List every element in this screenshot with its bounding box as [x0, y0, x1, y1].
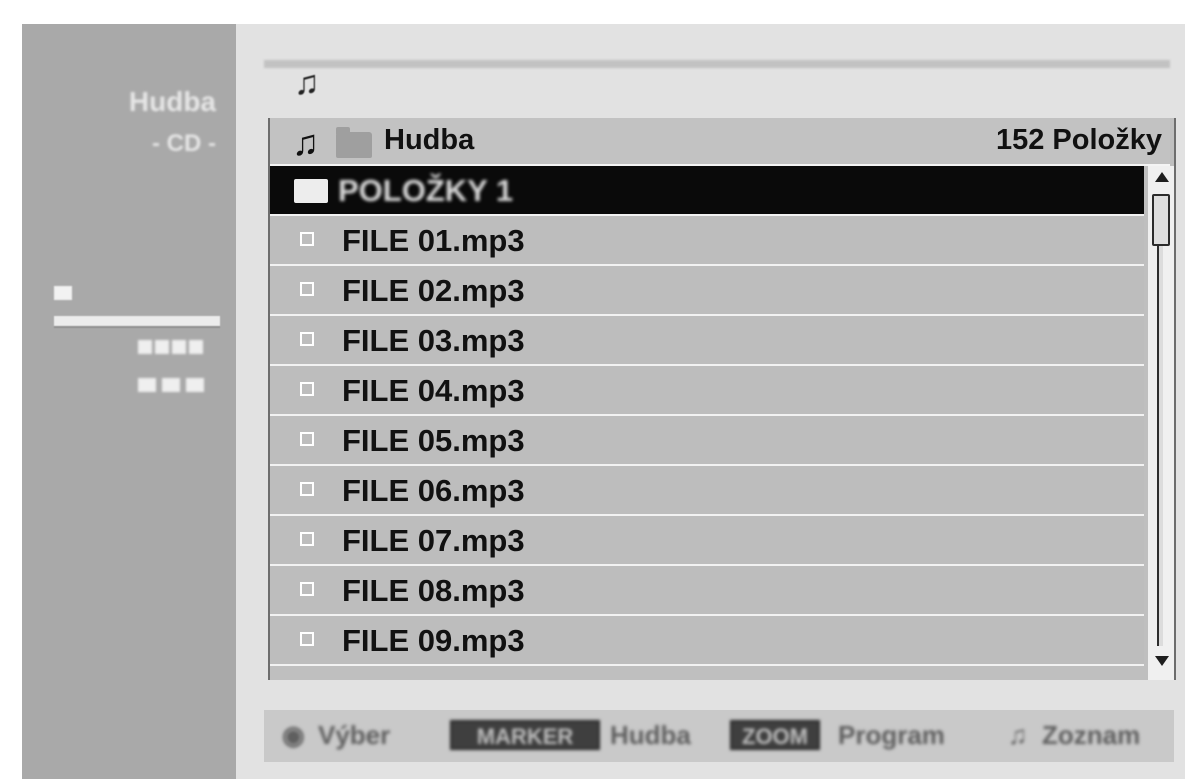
checkbox-icon[interactable]: [300, 332, 314, 346]
list-item[interactable]: FILE 08.mp3: [270, 566, 1144, 616]
list-item[interactable]: FILE 04.mp3: [270, 366, 1144, 416]
file-name: FILE 09.mp3: [342, 623, 525, 658]
info-sidebar: Hudba - CD -: [22, 24, 236, 779]
file-name: FILE 08.mp3: [342, 573, 525, 608]
select-label: Výber: [318, 720, 391, 750]
file-name: FILE 07.mp3: [342, 523, 525, 558]
list-item[interactable]: FILE 01.mp3: [270, 216, 1144, 266]
file-name: FILE 05.mp3: [342, 423, 525, 458]
list-item[interactable]: FILE 05.mp3: [270, 416, 1144, 466]
program-label: Program: [838, 720, 945, 750]
playback-indicator-icon: [54, 286, 72, 300]
music-label: Hudba: [610, 720, 691, 750]
checkbox-icon[interactable]: [300, 532, 314, 546]
list-rows: POLOŽKY 1 FILE 01.mp3 FILE 02.mp3 FILE 0…: [270, 166, 1144, 666]
checkbox-icon[interactable]: [300, 232, 314, 246]
transport-controls: [138, 378, 228, 396]
marker-key: MARKER: [450, 720, 600, 750]
scroll-track[interactable]: [1157, 246, 1163, 646]
checkbox-icon[interactable]: [300, 282, 314, 296]
folder-icon: [336, 127, 372, 158]
list-item[interactable]: FILE 03.mp3: [270, 316, 1144, 366]
sidebar-subtitle: - CD -: [152, 130, 216, 157]
scroll-down-icon[interactable]: [1155, 656, 1169, 666]
list-header: ♫ Hudba 152 Položky: [270, 118, 1170, 166]
file-name: FILE 04.mp3: [342, 373, 525, 408]
item-name: POLOŽKY 1: [338, 173, 514, 208]
progress-bar: [54, 316, 220, 328]
folder-name: Hudba: [384, 124, 475, 156]
time-readout: [138, 340, 228, 360]
list-item[interactable]: FILE 07.mp3: [270, 516, 1144, 566]
list-item[interactable]: FILE 02.mp3: [270, 266, 1144, 316]
scroll-up-icon[interactable]: [1155, 172, 1169, 182]
checkbox-icon[interactable]: [300, 632, 314, 646]
file-list: ♫ Hudba 152 Položky POLOŽKY 1 FILE 01.mp…: [268, 118, 1176, 680]
scrollbar[interactable]: [1148, 166, 1174, 680]
scroll-thumb[interactable]: [1152, 194, 1170, 246]
music-note-icon: ♫: [294, 64, 320, 102]
enter-icon: ◉: [282, 720, 305, 750]
folder-icon: [294, 179, 328, 203]
key-guide-bar: ◉ Výber MARKER Hudba ZOOM Program ♫ Zozn…: [264, 710, 1174, 762]
sidebar-title: Hudba: [128, 86, 216, 117]
file-name: FILE 06.mp3: [342, 473, 525, 508]
checkbox-icon[interactable]: [300, 482, 314, 496]
file-name: FILE 03.mp3: [342, 323, 525, 358]
list-item[interactable]: FILE 06.mp3: [270, 466, 1144, 516]
music-note-icon: ♫: [292, 122, 319, 163]
list-item[interactable]: FILE 09.mp3: [270, 616, 1144, 666]
zoom-key: ZOOM: [730, 720, 820, 750]
item-count: 152 Položky: [995, 124, 1162, 156]
checkbox-icon[interactable]: [300, 382, 314, 396]
file-browser-panel: ♫ ♫ Hudba 152 Položky POLOŽKY 1 FILE 01.…: [236, 24, 1185, 779]
file-name: FILE 02.mp3: [342, 273, 525, 308]
checkbox-icon[interactable]: [300, 582, 314, 596]
checkbox-icon[interactable]: [300, 432, 314, 446]
path-bar: [264, 60, 1170, 68]
file-name: FILE 01.mp3: [342, 223, 525, 258]
list-item-selected[interactable]: POLOŽKY 1: [270, 166, 1144, 216]
playlist-icon: ♫: [1008, 720, 1028, 750]
playlist-label: Zoznam: [1042, 720, 1141, 750]
